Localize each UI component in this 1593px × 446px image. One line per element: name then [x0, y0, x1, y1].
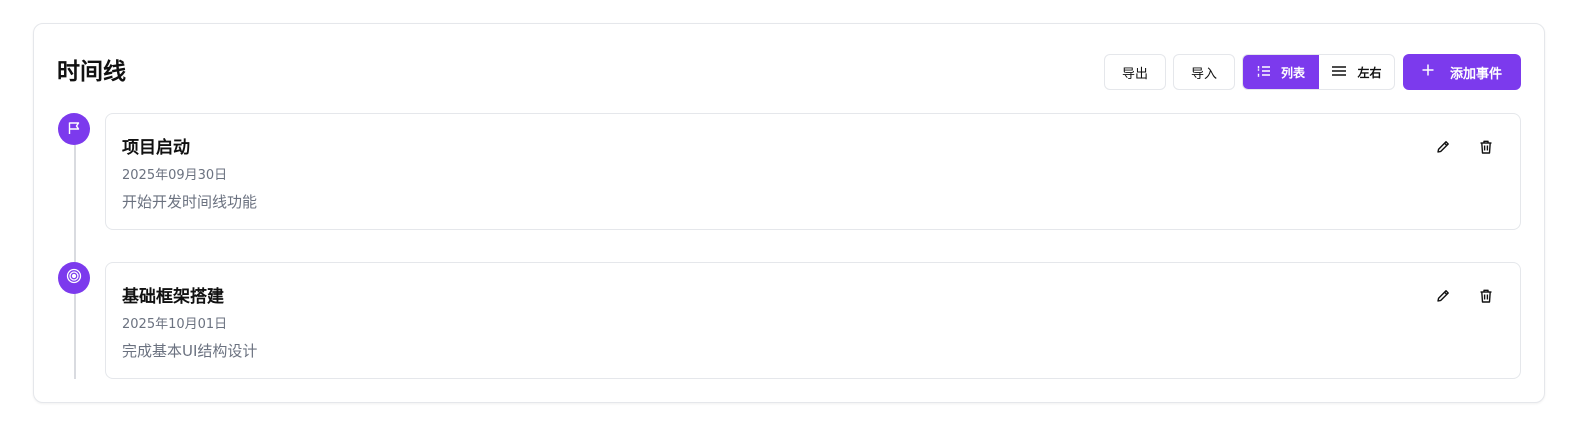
- view-split-label: 左右: [1357, 65, 1382, 80]
- timeline-rail: [74, 129, 76, 379]
- pencil-icon: [1435, 139, 1451, 159]
- pencil-icon: [1435, 288, 1451, 308]
- export-button[interactable]: 导出: [1104, 54, 1166, 90]
- flag-icon: [67, 120, 81, 139]
- add-event-button[interactable]: 添加事件: [1403, 54, 1521, 90]
- list-ordered-icon: [1257, 65, 1271, 80]
- delete-event-button[interactable]: [1475, 138, 1497, 160]
- import-button[interactable]: 导入: [1173, 54, 1235, 90]
- event-date: 2025年10月01日: [122, 317, 228, 332]
- view-toggle: 列表 左右: [1242, 54, 1395, 90]
- view-split-option[interactable]: 左右: [1319, 55, 1394, 89]
- timeline-card: 时间线 导出 导入 列表 左右 添加事件 项目启动 2025年09月30日 开始…: [33, 23, 1545, 403]
- timeline-node: [58, 262, 90, 294]
- event-date: 2025年09月30日: [122, 168, 228, 183]
- edit-event-button[interactable]: [1432, 287, 1454, 309]
- event-description: 完成基本UI结构设计: [122, 342, 258, 360]
- page-title: 时间线: [57, 59, 126, 85]
- view-list-label: 列表: [1280, 65, 1305, 80]
- event-title: 项目启动: [122, 138, 190, 158]
- view-list-option[interactable]: 列表: [1243, 55, 1319, 89]
- trash-icon: [1478, 288, 1494, 308]
- timeline-event: 项目启动 2025年09月30日 开始开发时间线功能: [105, 113, 1521, 230]
- timeline-event: 基础框架搭建 2025年10月01日 完成基本UI结构设计: [105, 262, 1521, 379]
- menu-icon: [1331, 65, 1347, 80]
- event-description: 开始开发时间线功能: [122, 193, 258, 211]
- delete-event-button[interactable]: [1475, 287, 1497, 309]
- plus-icon: [1422, 64, 1434, 80]
- edit-event-button[interactable]: [1432, 138, 1454, 160]
- target-icon: [66, 268, 82, 288]
- trash-icon: [1478, 139, 1494, 159]
- add-event-label: 添加事件: [1449, 66, 1502, 82]
- timeline-node: [58, 113, 90, 145]
- event-title: 基础框架搭建: [122, 287, 224, 307]
